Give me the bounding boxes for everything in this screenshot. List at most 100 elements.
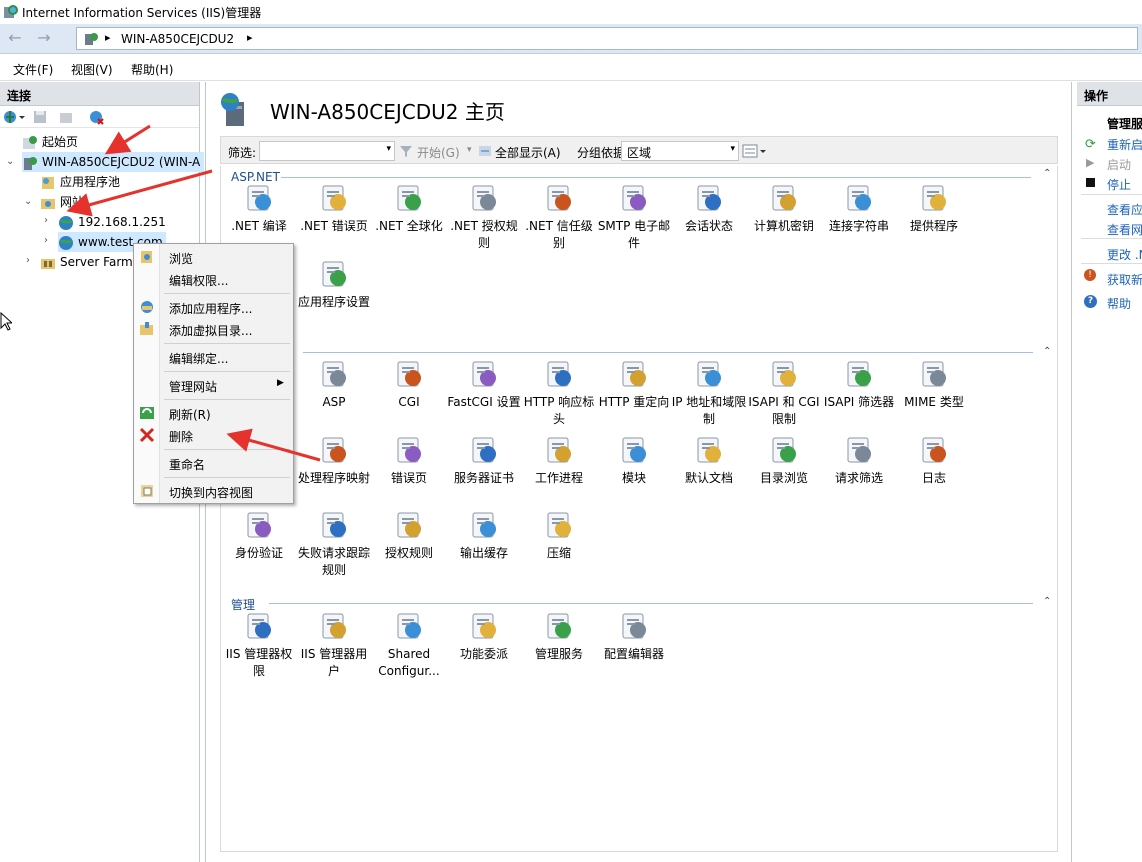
group-by-value: 区域 bbox=[627, 146, 652, 160]
feature-item[interactable]: 日志 bbox=[896, 434, 972, 487]
ctx-edit-permissions[interactable]: 编辑权限... bbox=[169, 272, 228, 289]
collapse-icon[interactable]: ⌃ bbox=[1043, 346, 1051, 357]
feature-icon bbox=[618, 182, 650, 214]
feature-item[interactable]: 提供程序 bbox=[896, 182, 972, 235]
tree-server[interactable]: WIN-A850CEJCDU2 (WIN-A bbox=[22, 152, 205, 172]
feature-item[interactable]: SMTP 电子邮件 bbox=[596, 182, 672, 252]
feature-item[interactable]: 失败请求跟踪规则 bbox=[296, 509, 372, 579]
menu-file[interactable]: 文件(F) bbox=[13, 61, 53, 78]
feature-item[interactable]: HTTP 响应标头 bbox=[521, 358, 597, 428]
feature-item[interactable]: .NET 授权规则 bbox=[446, 182, 522, 252]
feature-item[interactable]: 应用程序设置 bbox=[296, 258, 372, 311]
expand-right-icon[interactable]: › bbox=[44, 215, 48, 226]
view-mode-icon[interactable] bbox=[741, 142, 767, 160]
action-change-net[interactable]: 更改 .N bbox=[1107, 246, 1142, 263]
action-view-sites[interactable]: 查看网 bbox=[1107, 221, 1142, 238]
feature-label: 提供程序 bbox=[909, 219, 958, 233]
feature-item[interactable]: .NET 信任级别 bbox=[521, 182, 597, 252]
ctx-browse[interactable]: 浏览 bbox=[169, 250, 193, 267]
feature-item[interactable]: CGI bbox=[371, 358, 447, 411]
filter-input[interactable]: ▾ bbox=[259, 141, 395, 161]
feature-item[interactable]: 管理服务 bbox=[521, 610, 597, 663]
feature-item[interactable]: ISAPI 筛选器 bbox=[821, 358, 897, 411]
feature-item[interactable]: ASP bbox=[296, 358, 372, 411]
action-start[interactable]: 启动 bbox=[1107, 156, 1131, 173]
feature-item[interactable]: 请求筛选 bbox=[821, 434, 897, 487]
feature-item[interactable]: 会话状态 bbox=[671, 182, 747, 235]
feature-item[interactable]: IIS 管理器权限 bbox=[221, 610, 297, 680]
expand-down-icon[interactable]: ⌄ bbox=[6, 156, 14, 167]
address-bar[interactable]: ▸ WIN-A850CEJCDU2 ▸ bbox=[76, 27, 1138, 50]
feature-item[interactable]: 身份验证 bbox=[221, 509, 297, 562]
feature-item[interactable]: .NET 编译 bbox=[221, 182, 297, 235]
feature-item[interactable]: 计算机密钥 bbox=[746, 182, 822, 235]
tree-app-pools[interactable]: 应用程序池 bbox=[40, 172, 120, 192]
ctx-add-virtual-dir[interactable]: 添加虚拟目录... bbox=[169, 322, 252, 339]
connect-globe-icon[interactable] bbox=[2, 109, 26, 125]
feature-item[interactable]: 错误页 bbox=[371, 434, 447, 487]
feature-item[interactable]: 模块 bbox=[596, 434, 672, 487]
ctx-rename[interactable]: 重命名 bbox=[169, 456, 205, 473]
action-get-new[interactable]: 获取新 bbox=[1107, 271, 1142, 288]
feature-icon bbox=[693, 434, 725, 466]
feature-item[interactable]: Shared Configur... bbox=[371, 610, 447, 680]
feature-item[interactable]: 处理程序映射 bbox=[296, 434, 372, 487]
feature-item[interactable]: 输出缓存 bbox=[446, 509, 522, 562]
tree-site-192[interactable]: 192.168.1.251 bbox=[58, 212, 166, 232]
expand-right-icon[interactable]: › bbox=[44, 235, 48, 246]
collapse-icon[interactable]: ⌃ bbox=[1043, 168, 1051, 179]
menu-view[interactable]: 视图(V) bbox=[71, 61, 113, 78]
tree-server-farms[interactable]: Server Farms bbox=[40, 252, 139, 272]
tree-start-page[interactable]: 起始页 bbox=[22, 132, 78, 152]
action-help[interactable]: 帮助 bbox=[1107, 295, 1131, 312]
feature-item[interactable]: 连接字符串 bbox=[821, 182, 897, 235]
ctx-switch-content-view[interactable]: 切换到内容视图 bbox=[169, 484, 253, 501]
feature-item[interactable]: 授权规则 bbox=[371, 509, 447, 562]
feature-item[interactable]: ISAPI 和 CGI 限制 bbox=[746, 358, 822, 428]
expand-right-icon[interactable]: › bbox=[26, 255, 30, 266]
feature-item[interactable]: FastCGI 设置 bbox=[446, 358, 522, 411]
feature-item[interactable]: 配置编辑器 bbox=[596, 610, 672, 663]
ctx-delete[interactable]: 删除 bbox=[169, 428, 193, 445]
show-all-button[interactable]: 全部显示(A) bbox=[495, 144, 561, 161]
ctx-refresh[interactable]: 刷新(R) bbox=[169, 406, 211, 423]
feature-icon bbox=[393, 358, 425, 390]
feature-item[interactable]: 服务器证书 bbox=[446, 434, 522, 487]
expand-down-icon[interactable]: ⌄ bbox=[24, 196, 32, 207]
disconnect-icon[interactable] bbox=[88, 109, 104, 125]
dropdown-arrow-icon[interactable]: ▾ bbox=[467, 145, 472, 155]
go-button[interactable]: 开始(G) bbox=[417, 144, 460, 161]
save-icon[interactable] bbox=[32, 109, 48, 125]
feature-item[interactable]: IIS 管理器用户 bbox=[296, 610, 372, 680]
up-level-icon[interactable] bbox=[58, 109, 74, 125]
feature-item[interactable]: MIME 类型 bbox=[896, 358, 972, 411]
feature-item[interactable]: 压缩 bbox=[521, 509, 597, 562]
feature-item[interactable]: 工作进程 bbox=[521, 434, 597, 487]
forward-button[interactable]: → bbox=[33, 28, 55, 50]
feature-item[interactable]: .NET 全球化 bbox=[371, 182, 447, 235]
ctx-edit-bindings[interactable]: 编辑绑定... bbox=[169, 350, 228, 367]
back-button[interactable]: ← bbox=[4, 28, 26, 50]
ctx-manage-site[interactable]: 管理网站 bbox=[169, 378, 217, 395]
feature-item[interactable]: .NET 错误页 bbox=[296, 182, 372, 235]
action-restart[interactable]: 重新启 bbox=[1107, 136, 1142, 153]
action-stop[interactable]: 停止 bbox=[1107, 176, 1131, 193]
group-by-select[interactable]: 区域 ▾ bbox=[621, 141, 739, 161]
ctx-add-application[interactable]: 添加应用程序... bbox=[169, 300, 252, 317]
feature-item[interactable]: 功能委派 bbox=[446, 610, 522, 663]
action-view-apppools[interactable]: 查看应 bbox=[1107, 201, 1142, 218]
menu-help[interactable]: 帮助(H) bbox=[131, 61, 173, 78]
feature-item[interactable]: 目录浏览 bbox=[746, 434, 822, 487]
feature-item[interactable]: IP 地址和域限制 bbox=[671, 358, 747, 428]
breadcrumb-server[interactable]: WIN-A850CEJCDU2 bbox=[121, 32, 234, 46]
feature-label: HTTP 响应标头 bbox=[523, 395, 595, 426]
feature-label: 计算机密钥 bbox=[753, 219, 814, 233]
context-menu: 浏览 编辑权限... 添加应用程序... 添加虚拟目录... 编辑绑定... 管… bbox=[133, 243, 294, 504]
dropdown-arrow-icon[interactable]: ▾ bbox=[386, 144, 391, 154]
feature-item[interactable]: 默认文档 bbox=[671, 434, 747, 487]
tree-sites[interactable]: 网站 bbox=[40, 192, 84, 212]
breadcrumb-arrow-icon[interactable]: ▸ bbox=[247, 31, 253, 44]
collapse-icon[interactable]: ⌃ bbox=[1043, 596, 1051, 607]
feature-label: IP 地址和域限制 bbox=[671, 395, 747, 426]
feature-item[interactable]: HTTP 重定向 bbox=[596, 358, 672, 411]
